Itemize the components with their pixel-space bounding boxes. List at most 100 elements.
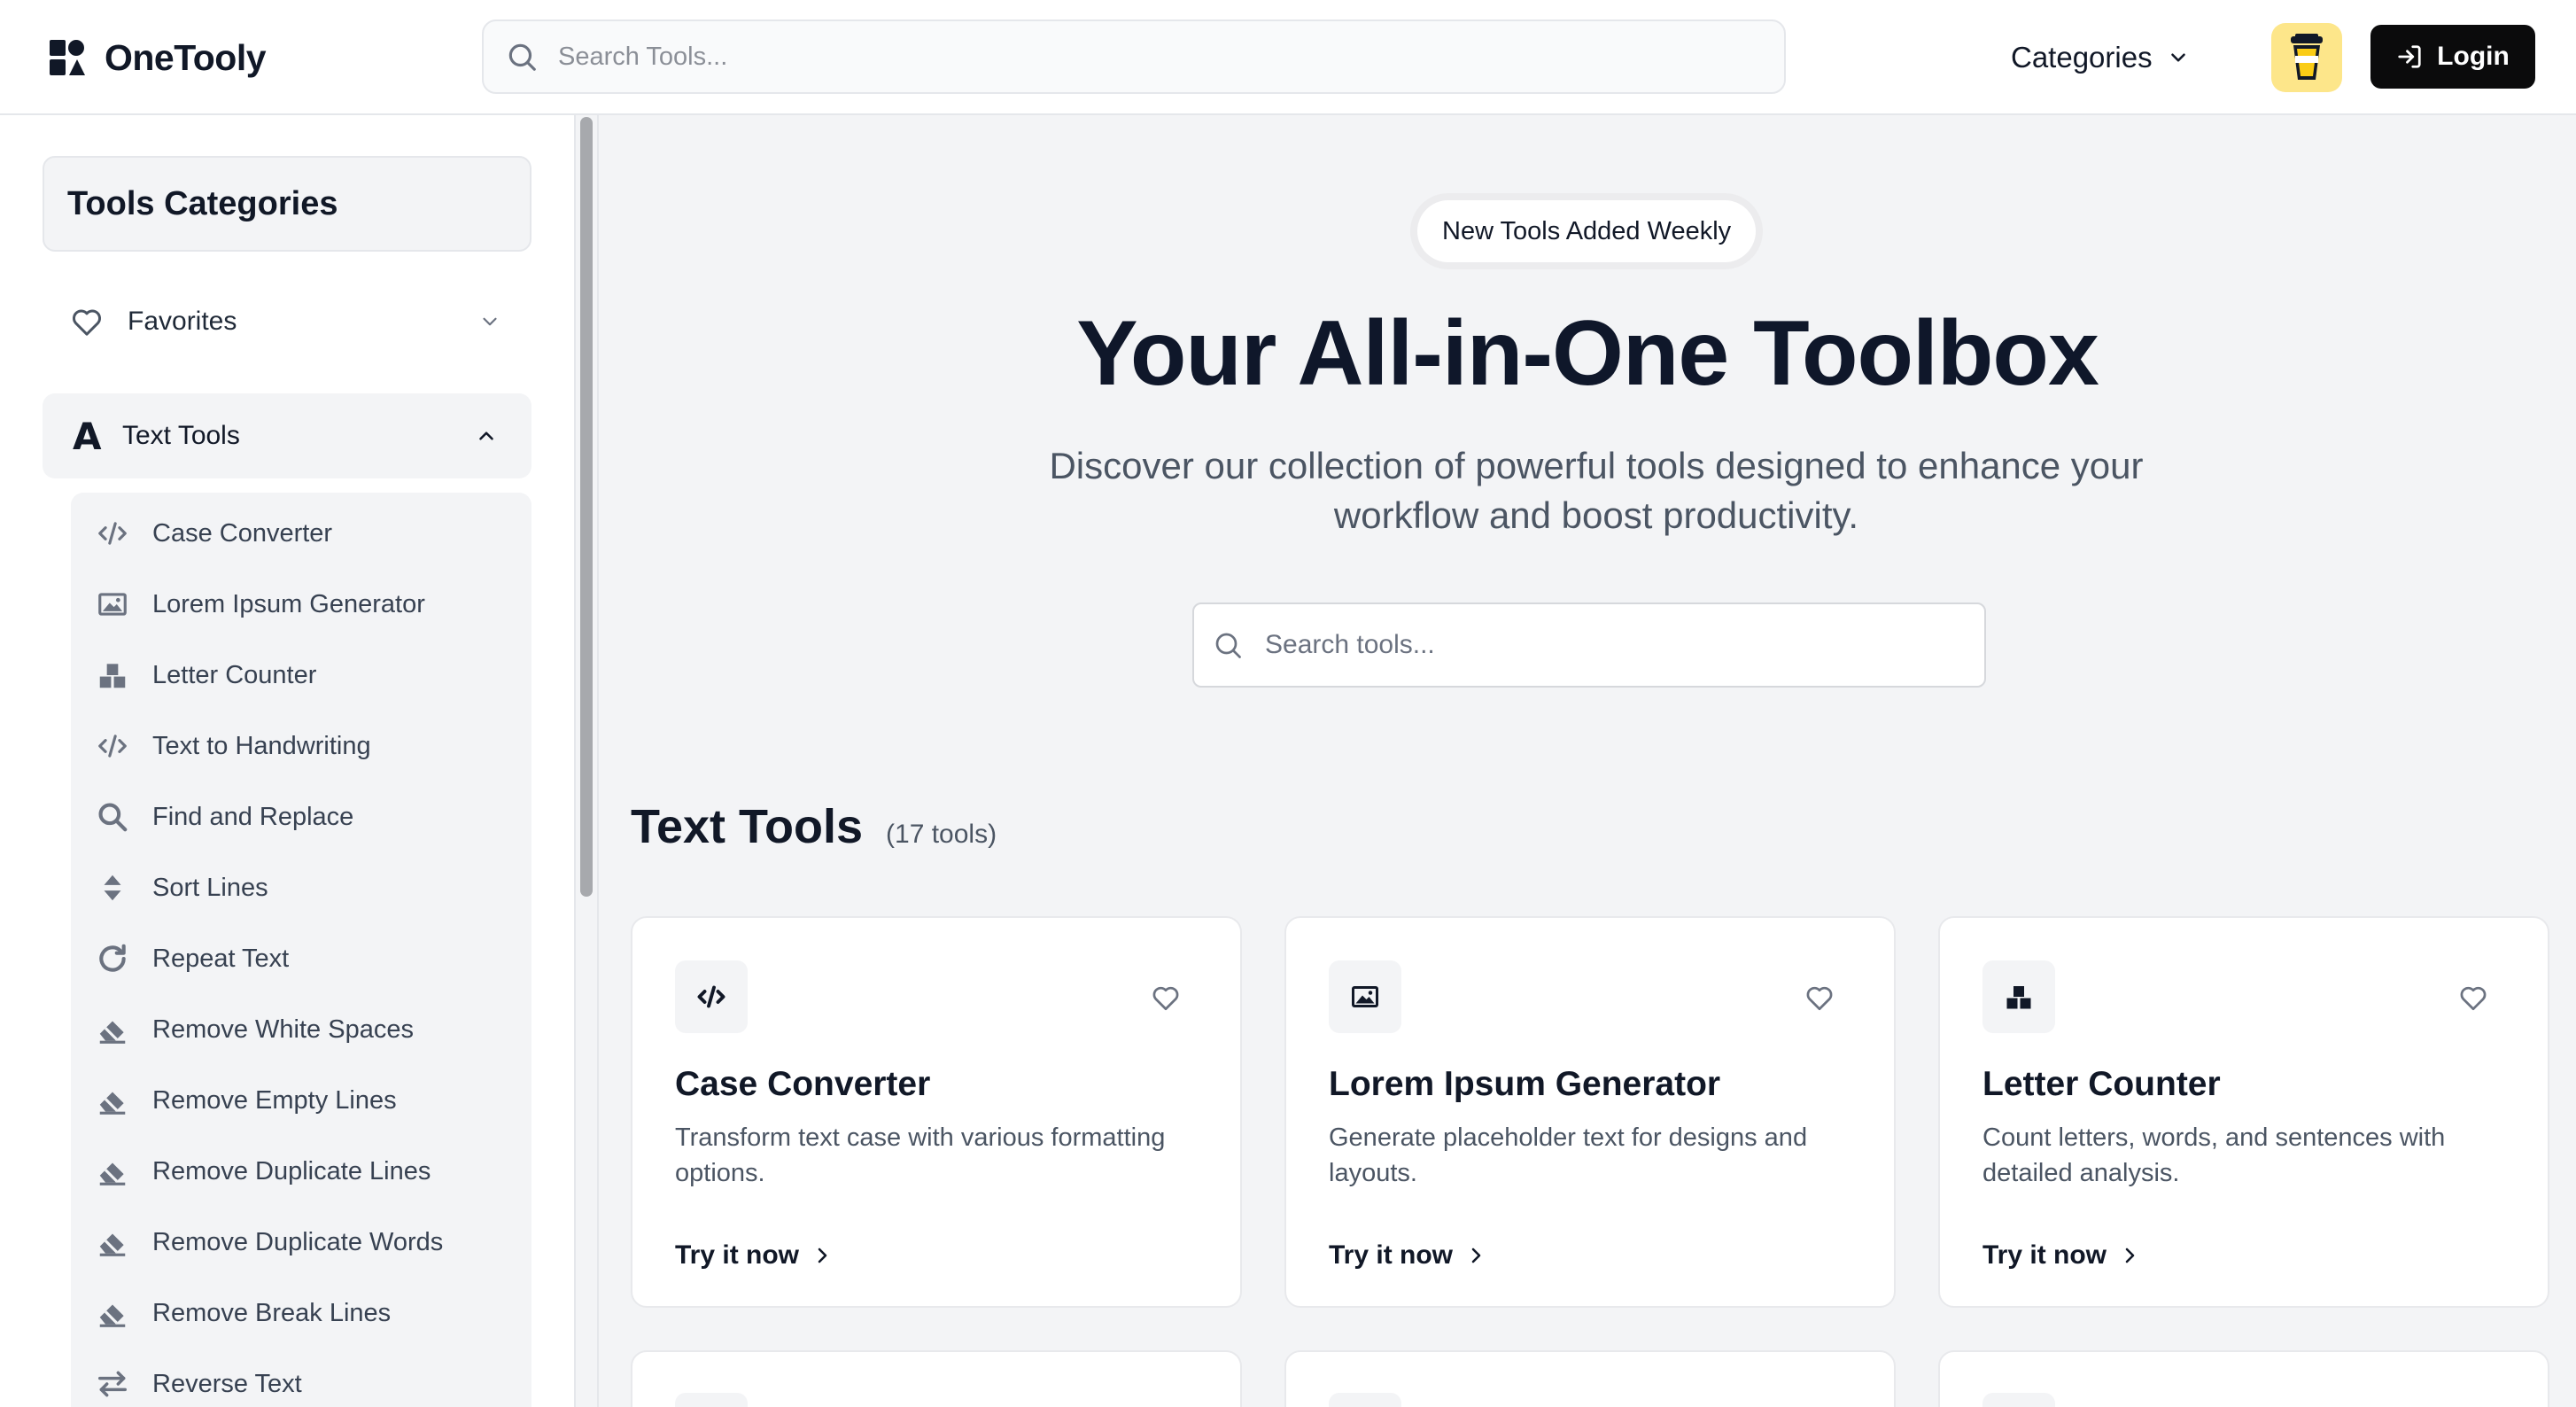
submenu-item-remove-duplicate-words[interactable]: Remove Duplicate Words (96, 1216, 443, 1269)
tool-card-letter-counter[interactable]: Letter Counter Count letters, words, and… (1938, 916, 2549, 1308)
login-button[interactable]: Login (2370, 25, 2535, 89)
submenu-item-reverse-text[interactable]: Reverse Text (96, 1357, 302, 1407)
favorite-heart-icon[interactable] (1150, 982, 1182, 1014)
tool-card-partial[interactable] (631, 1350, 1242, 1407)
try-it-now-link[interactable]: Try it now (1982, 1240, 2140, 1271)
submenu-item-remove-break-lines[interactable]: Remove Break Lines (96, 1287, 391, 1340)
card-icon-box (675, 960, 748, 1033)
swap-icon (96, 1367, 129, 1401)
letter-a-icon: A (73, 414, 102, 458)
card-icon-box (1982, 960, 2055, 1033)
logo-icon (50, 40, 85, 75)
sidebar-item-label: Favorites (128, 307, 237, 336)
submenu-item-label: Find and Replace (152, 802, 354, 831)
submenu-item-label: Lorem Ipsum Generator (152, 589, 425, 618)
hero-description: Discover our collection of powerful tool… (1049, 445, 2144, 536)
card-icon-box (1329, 1393, 1401, 1407)
code-icon (96, 729, 129, 763)
login-icon (2398, 45, 2421, 68)
card-description: Count letters, words, and sentences with… (1982, 1123, 2446, 1187)
submenu-item-remove-duplicate-lines[interactable]: Remove Duplicate Lines (96, 1145, 431, 1198)
submenu-item-label: Letter Counter (152, 660, 317, 689)
buy-coffee-button[interactable] (2271, 23, 2342, 92)
image-icon (1352, 986, 1378, 1007)
try-it-now-link[interactable]: Try it now (675, 1240, 833, 1271)
brand-name: OneTooly (105, 36, 267, 78)
submenu-item-label: Repeat Text (152, 944, 290, 973)
eraser-icon (96, 1154, 129, 1188)
submenu-item-label: Remove Duplicate Lines (152, 1156, 431, 1185)
try-it-now-label: Try it now (1329, 1240, 1454, 1270)
chevron-down-icon (483, 317, 497, 326)
submenu-item-label: Remove White Spaces (152, 1014, 414, 1044)
card-title: Case Converter (675, 1065, 931, 1103)
hero-title: Your All-in-One Toolbox (1076, 302, 2099, 405)
sidebar-item-text-tools[interactable]: A Text Tools (43, 393, 531, 478)
submenu-item-text-to-handwriting[interactable]: Text to Handwriting (96, 719, 371, 773)
submenu-item-repeat-text[interactable]: Repeat Text (96, 932, 289, 985)
login-label: Login (2437, 42, 2510, 71)
blocks-icon (96, 658, 129, 692)
hero-search-input[interactable] (1265, 630, 1956, 660)
favorite-heart-icon[interactable] (1804, 982, 1835, 1014)
submenu-item-letter-counter[interactable]: Letter Counter (96, 649, 316, 702)
submenu-item-label: Text to Handwriting (152, 731, 371, 760)
favorite-heart-icon[interactable] (2457, 982, 2489, 1014)
coffee-cup-icon (2291, 34, 2323, 80)
eraser-icon (96, 1225, 129, 1259)
sidebar-item-favorites[interactable]: Favorites (43, 282, 531, 361)
card-description: Generate placeholder text for designs an… (1329, 1123, 1808, 1187)
top-header: OneTooly Categories (0, 0, 2576, 115)
app-frame: OneTooly Categories (0, 0, 2576, 1407)
sidebar-title-box: Tools Categories (43, 156, 531, 252)
badge-label: New Tools Added Weekly (1442, 216, 1732, 245)
submenu-item-label: Remove Empty Lines (152, 1085, 397, 1115)
eraser-icon (96, 1084, 129, 1117)
submenu-item-label: Sort Lines (152, 873, 268, 902)
chevron-right-icon (2125, 1248, 2135, 1263)
text-tools-submenu: Case Converter Lorem Ipsum Generator Let… (71, 493, 531, 1407)
chevron-right-icon (818, 1248, 827, 1263)
chevron-up-icon (479, 431, 493, 440)
brand-logo[interactable]: OneTooly (48, 35, 267, 80)
section-tool-count: (17 tools) (886, 820, 997, 849)
submenu-item-label: Reverse Text (152, 1369, 302, 1398)
header-search-input[interactable] (558, 42, 1745, 72)
section-title: Text Tools (631, 800, 864, 853)
try-it-now-link[interactable]: Try it now (1329, 1240, 1486, 1271)
header-search-box[interactable] (482, 19, 1786, 94)
card-icon-box (1329, 960, 1401, 1033)
card-icon-box (675, 1393, 748, 1407)
submenu-item-remove-white-spaces[interactable]: Remove White Spaces (96, 1003, 414, 1056)
new-tools-badge: New Tools Added Weekly (1417, 200, 1757, 262)
submenu-item-find-replace[interactable]: Find and Replace (96, 790, 353, 843)
tool-card-partial[interactable] (1938, 1350, 2549, 1407)
submenu-item-label: Remove Break Lines (152, 1298, 392, 1327)
section-header: Text Tools (17 tools) (631, 799, 997, 854)
card-description: Transform text case with various formatt… (675, 1123, 1166, 1187)
submenu-item-label: Case Converter (152, 518, 333, 548)
tool-card-partial[interactable] (1284, 1350, 1896, 1407)
search-icon (508, 43, 536, 71)
eraser-icon (96, 1013, 129, 1046)
sidebar-item-label: Text Tools (122, 421, 240, 450)
code-icon (697, 985, 725, 1008)
sidebar-scrollbar-thumb[interactable] (580, 117, 593, 897)
categories-dropdown[interactable]: Categories (2011, 32, 2190, 83)
try-it-now-label: Try it now (675, 1240, 800, 1270)
blocks-icon (2006, 986, 2031, 1009)
submenu-item-sort-lines[interactable]: Sort Lines (96, 861, 268, 914)
search-icon (1215, 633, 1241, 658)
tool-card-lorem-ipsum[interactable]: Lorem Ipsum Generator Generate placehold… (1284, 916, 1896, 1308)
repeat-icon (96, 942, 129, 976)
submenu-item-label: Remove Duplicate Words (152, 1227, 444, 1256)
submenu-item-lorem-ipsum[interactable]: Lorem Ipsum Generator (96, 578, 425, 631)
hero-search-box[interactable] (1192, 602, 1986, 688)
card-icon-box (1982, 1393, 2055, 1407)
submenu-item-case-converter[interactable]: Case Converter (96, 507, 332, 560)
main-content: New Tools Added Weekly Your All-in-One T… (599, 115, 2576, 1407)
chevron-right-icon (1471, 1248, 1481, 1263)
sidebar-title: Tools Categories (67, 184, 338, 222)
submenu-item-remove-empty-lines[interactable]: Remove Empty Lines (96, 1074, 397, 1127)
tool-card-case-converter[interactable]: Case Converter Transform text case with … (631, 916, 1242, 1308)
